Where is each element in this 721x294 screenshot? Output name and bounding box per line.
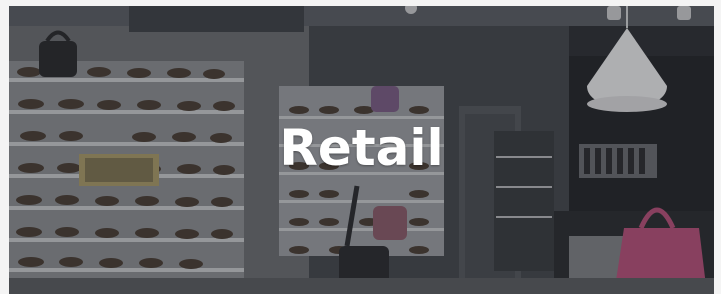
retail-store-image: Retail (9, 6, 714, 294)
right-border (714, 0, 721, 294)
hero-banner: Retail (0, 0, 721, 294)
left-border (0, 0, 9, 294)
page-title: Retail (279, 119, 444, 177)
